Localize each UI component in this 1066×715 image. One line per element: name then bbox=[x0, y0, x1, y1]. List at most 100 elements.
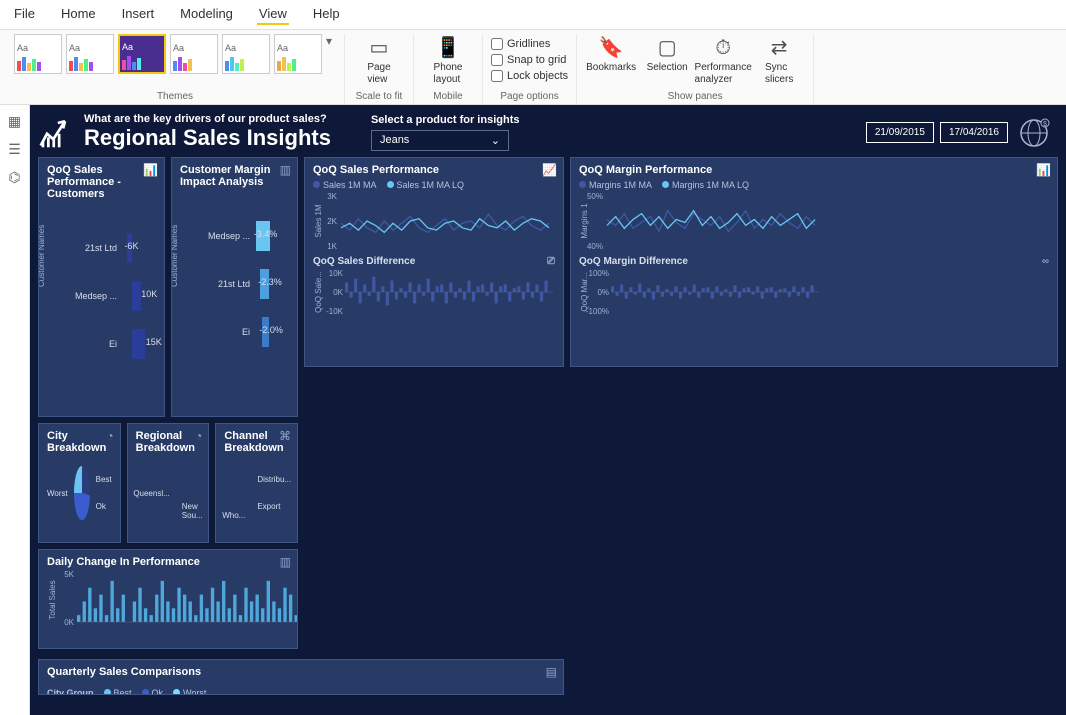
axis-label: Customer Names bbox=[38, 225, 46, 287]
report-canvas: What are the key drivers of our product … bbox=[30, 105, 1066, 715]
line-chart-icon: 📈 bbox=[542, 163, 557, 177]
network-icon: ⌘ bbox=[279, 429, 291, 443]
svg-text:50%: 50% bbox=[587, 192, 603, 201]
menubar: File Home Insert Modeling View Help bbox=[0, 0, 1066, 29]
tile-regional-breakdown[interactable]: Regional Breakdown ◔ Queensl... New Sou.… bbox=[127, 423, 210, 543]
pie-icon: ◔ bbox=[195, 429, 202, 443]
gridlines-checkbox[interactable]: Gridlines bbox=[491, 38, 568, 50]
tile-title: QoQ Margin Performance bbox=[579, 164, 1049, 176]
ribbon: Aa Aa Aa Aa Aa Aa ▾ Themes ▭Page view Sc… bbox=[0, 29, 1066, 105]
ribbon-group-label: Show panes bbox=[668, 89, 723, 104]
date-from[interactable]: 21/09/2015 bbox=[866, 122, 934, 143]
page-view-button[interactable]: ▭Page view bbox=[353, 34, 405, 86]
slicer-label: Select a product for insights bbox=[371, 114, 520, 126]
tile-title: QoQ Sales Performance bbox=[313, 164, 555, 176]
theme-swatch[interactable]: Aa bbox=[222, 34, 270, 74]
menu-file[interactable]: File bbox=[12, 4, 37, 25]
svg-text:Sales 1M: Sales 1M bbox=[314, 204, 323, 238]
theme-more-dropdown[interactable]: ▾ bbox=[326, 34, 336, 48]
filter-icon: ⎚ bbox=[547, 256, 555, 267]
tile-title: Daily Change In Performance bbox=[47, 556, 289, 568]
svg-text:3K: 3K bbox=[327, 192, 337, 201]
report-view-icon[interactable]: ▦ bbox=[5, 111, 25, 131]
subtitle: QoQ Sales Difference bbox=[313, 256, 415, 267]
ribbon-group-label: Mobile bbox=[433, 89, 462, 104]
perf-analyzer-button[interactable]: ⏱Performance analyzer bbox=[697, 34, 749, 86]
theme-swatch[interactable]: Aa bbox=[274, 34, 322, 74]
selection-button[interactable]: ▢Selection bbox=[641, 34, 693, 74]
svg-text:100%: 100% bbox=[589, 269, 609, 278]
tile-customers-margin[interactable]: Customer Margin Impact Analysis ▥ Custom… bbox=[171, 157, 298, 417]
svg-text:5K: 5K bbox=[64, 570, 74, 579]
theme-swatch[interactable]: Aa bbox=[66, 34, 114, 74]
svg-text:QoQ Mar...: QoQ Mar... bbox=[580, 272, 589, 311]
svg-text:-10K: -10K bbox=[326, 307, 344, 316]
gauge-icon: ⏱ bbox=[709, 34, 737, 62]
menu-modeling[interactable]: Modeling bbox=[178, 4, 235, 25]
tile-customers-sales[interactable]: QoQ Sales Performance - Customers 📊 Cust… bbox=[38, 157, 165, 417]
svg-text:0K: 0K bbox=[333, 288, 343, 297]
phone-layout-button[interactable]: 📱Phone layout bbox=[422, 34, 474, 86]
trend-icon bbox=[38, 114, 74, 150]
tile-title: Customer Margin Impact Analysis bbox=[180, 164, 289, 188]
lock-checkbox[interactable]: Lock objects bbox=[491, 70, 568, 82]
snap-checkbox[interactable]: Snap to grid bbox=[491, 54, 568, 66]
tile-qoq-sales[interactable]: QoQ Sales Performance 📈 Sales 1M MASales… bbox=[304, 157, 564, 367]
bookmarks-button[interactable]: 🔖Bookmarks bbox=[585, 34, 637, 74]
menu-insert[interactable]: Insert bbox=[120, 4, 157, 25]
tile-qoq-margin[interactable]: QoQ Margin Performance 📊 Margins 1M MAMa… bbox=[570, 157, 1058, 367]
bar-chart-icon: 📊 bbox=[1036, 163, 1051, 177]
model-view-icon[interactable]: ⌬ bbox=[5, 167, 25, 187]
menu-home[interactable]: Home bbox=[59, 4, 98, 25]
tile-title: QoQ Sales Performance - Customers bbox=[47, 164, 156, 200]
sync-icon: ⇄ bbox=[765, 34, 793, 62]
svg-text:Margins 1: Margins 1 bbox=[580, 203, 589, 239]
svg-text:$: $ bbox=[1043, 121, 1047, 128]
tile-channel-breakdown[interactable]: Channel Breakdown ⌘ Who... Distribu...Ex… bbox=[215, 423, 298, 543]
page-title: Regional Sales Insights bbox=[84, 125, 331, 151]
svg-text:-100%: -100% bbox=[586, 307, 609, 316]
svg-text:40%: 40% bbox=[587, 242, 603, 250]
bookmark-icon: 🔖 bbox=[597, 34, 625, 62]
link-icon: ∞ bbox=[1042, 256, 1049, 267]
analysis-icon: ▥ bbox=[280, 163, 291, 177]
tile-city-breakdown[interactable]: City Breakdown ◔ Worst BestOk bbox=[38, 423, 121, 543]
svg-text:QoQ Sale...: QoQ Sale... bbox=[314, 271, 323, 313]
menu-help[interactable]: Help bbox=[311, 4, 342, 25]
page-icon: ▭ bbox=[365, 34, 393, 62]
selection-icon: ▢ bbox=[653, 34, 681, 62]
ribbon-group-label: Themes bbox=[157, 89, 193, 104]
ribbon-group-label: Page options bbox=[500, 89, 558, 104]
svg-text:0%: 0% bbox=[597, 288, 609, 297]
ribbon-group-label: Scale to fit bbox=[356, 89, 403, 104]
date-to[interactable]: 17/04/2016 bbox=[940, 122, 1008, 143]
svg-text:2K: 2K bbox=[327, 217, 337, 226]
axis-label: Customer Names bbox=[171, 225, 179, 287]
theme-swatch[interactable]: Aa bbox=[170, 34, 218, 74]
svg-text:0K: 0K bbox=[64, 618, 74, 627]
bar-chart-icon: 📊 bbox=[143, 163, 158, 177]
globe-icon: $ bbox=[1016, 115, 1052, 151]
svg-text:1K: 1K bbox=[327, 242, 337, 250]
theme-swatch-selected[interactable]: Aa bbox=[118, 34, 166, 74]
header-subtitle: What are the key drivers of our product … bbox=[84, 113, 331, 125]
theme-swatch[interactable]: Aa bbox=[14, 34, 62, 74]
column-chart-icon: ▥ bbox=[280, 555, 291, 569]
view-rail: ▦ ☰ ⌬ bbox=[0, 105, 30, 715]
pie-icon: ◔ bbox=[106, 429, 113, 443]
scatter-icon: ▤ bbox=[546, 665, 557, 679]
subtitle: QoQ Margin Difference bbox=[579, 256, 688, 267]
sync-slicers-button[interactable]: ⇄Sync slicers bbox=[753, 34, 805, 86]
tile-quarterly[interactable]: Quarterly Sales Comparisons ▤ City Group… bbox=[38, 659, 564, 695]
tile-title: Regional Breakdown bbox=[136, 430, 201, 454]
tile-daily-change[interactable]: Daily Change In Performance ▥ Total Sale… bbox=[38, 549, 298, 649]
svg-text:10K: 10K bbox=[329, 269, 344, 278]
phone-icon: 📱 bbox=[434, 34, 462, 62]
chevron-down-icon: ⌄ bbox=[491, 134, 500, 147]
tile-title: City Breakdown bbox=[47, 430, 112, 454]
menu-view[interactable]: View bbox=[257, 4, 289, 25]
product-slicer[interactable]: Jeans⌄ bbox=[371, 130, 509, 151]
svg-text:Total Sales: Total Sales bbox=[48, 580, 57, 619]
tile-title: Quarterly Sales Comparisons bbox=[47, 666, 555, 678]
data-view-icon[interactable]: ☰ bbox=[5, 139, 25, 159]
